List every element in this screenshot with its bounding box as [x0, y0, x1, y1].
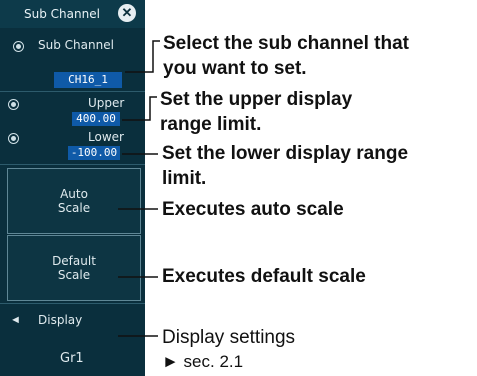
upper-leader — [122, 96, 157, 121]
callout-display-line2: ► sec. 2.1 — [162, 352, 244, 371]
callout-default-scale: Executes default scale — [162, 266, 366, 287]
sub-channel-leader — [125, 40, 160, 73]
callout-upper-line1: Set the upper display — [160, 89, 353, 110]
callout-sub-channel-line2: you want to set. — [163, 58, 307, 79]
callout-display-line1: Display settings — [162, 327, 296, 348]
leader-lines — [118, 40, 160, 337]
callout-sub-channel-line1: Select the sub channel that — [163, 33, 409, 54]
callout-lower-line1: Set the lower display range — [162, 143, 409, 164]
callout-upper-line2: range limit. — [160, 114, 262, 135]
callout-auto-scale: Executes auto scale — [162, 199, 344, 220]
callout-lower-line2: limit. — [162, 168, 207, 189]
